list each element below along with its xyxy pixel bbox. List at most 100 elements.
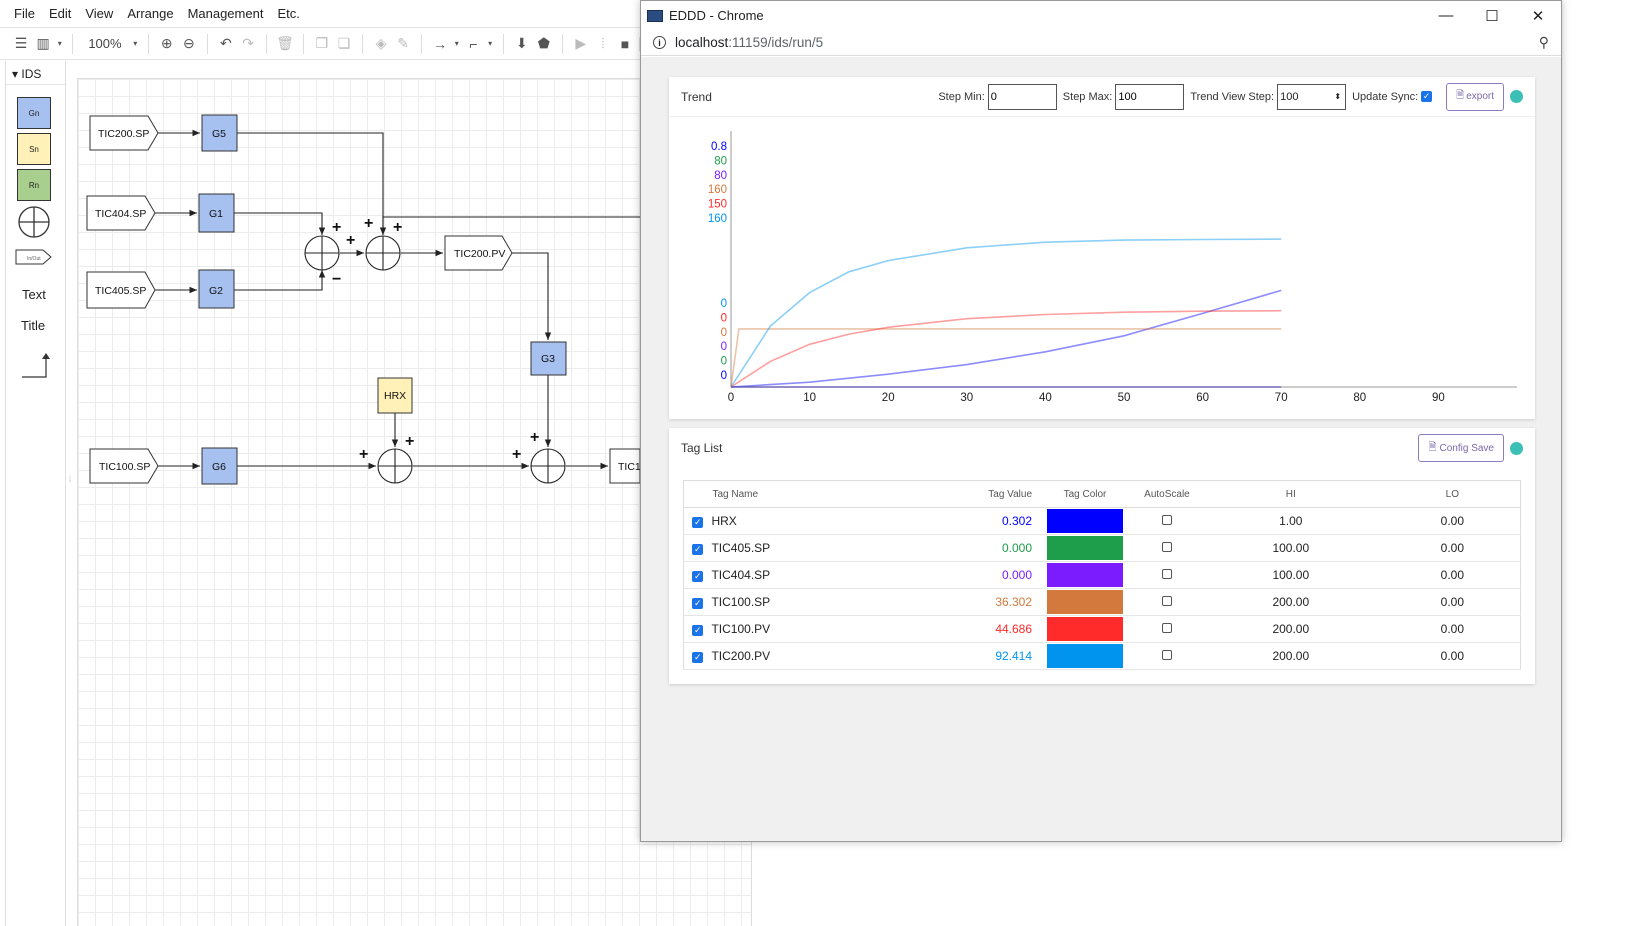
table-row[interactable]: ✓ TIC100.SP 36.302 200.00 0.00 — [683, 588, 1521, 616]
color-swatch[interactable] — [1047, 563, 1123, 587]
color-swatch[interactable] — [1047, 590, 1123, 614]
palette-connector-icon[interactable] — [20, 351, 50, 381]
close-icon[interactable]: ✕ — [1515, 1, 1561, 30]
x-tick-label: 80 — [1353, 392, 1366, 404]
zoom-out-icon[interactable]: ⊖ — [180, 34, 198, 54]
autoscale-checkbox[interactable] — [1161, 623, 1172, 633]
autoscale-checkbox[interactable] — [1161, 596, 1172, 606]
redo-icon[interactable]: ↷ — [239, 34, 257, 54]
sidebar-splitter[interactable]: ⦙ — [69, 474, 71, 485]
table-row[interactable]: ✓ HRX 0.302 1.00 0.00 — [683, 507, 1521, 535]
play-icon[interactable]: ▶ — [572, 34, 590, 54]
table-row[interactable]: ✓ TIC100.PV 44.686 200.00 0.00 — [683, 615, 1521, 643]
connection-icon[interactable]: → — [431, 34, 449, 54]
palette-gn-block[interactable]: Gn — [17, 97, 51, 129]
tag-value-cell: 0.302 — [943, 507, 1034, 535]
autoscale-cell — [1136, 561, 1197, 589]
palette-summing-junction-icon[interactable] — [17, 205, 51, 239]
autoscale-checkbox[interactable] — [1161, 569, 1172, 579]
menu-arrange[interactable]: Arrange — [127, 6, 173, 21]
palette-io-tag-icon[interactable]: In/Out — [15, 248, 53, 266]
line-color-icon[interactable]: ✎ — [394, 34, 412, 54]
waypoints-icon[interactable]: ⌐ — [464, 34, 482, 54]
y-max-label: 80 — [714, 170, 727, 182]
row-checkbox[interactable]: ✓ — [692, 598, 704, 609]
menu-edit[interactable]: Edit — [49, 6, 71, 21]
spinner-icon[interactable]: ⬍ — [1334, 92, 1341, 101]
toolbar-divider — [72, 33, 74, 54]
toolbar-divider — [303, 33, 304, 54]
color-swatch[interactable] — [1047, 617, 1123, 641]
trend-card: Trend Step Min: Step Max: Trend View Ste… — [669, 77, 1535, 419]
to-front-icon[interactable]: ❐ — [313, 34, 331, 54]
chevron-down-icon[interactable]: ▾ — [132, 34, 139, 54]
menu-view[interactable]: View — [85, 6, 113, 21]
row-checkbox[interactable]: ✓ — [692, 652, 704, 663]
menu-file[interactable]: File — [14, 6, 35, 21]
hi-cell: 100.00 — [1196, 534, 1385, 562]
export-button[interactable]: 🗎 export — [1446, 82, 1504, 111]
lo-cell: 0.00 — [1384, 642, 1521, 670]
color-swatch[interactable] — [1047, 536, 1123, 560]
tag-icon[interactable]: ⬟ — [535, 34, 553, 54]
table-row[interactable]: ✓ TIC200.PV 92.414 200.00 0.00 — [683, 642, 1521, 670]
menu-etc[interactable]: Etc. — [277, 6, 299, 21]
row-select-cell: ✓ — [683, 507, 712, 535]
address-bar[interactable]: i localhost:11159/ids/run/5 ⚲ — [641, 30, 1561, 56]
view-step-input[interactable]: 100 ⬍ — [1277, 83, 1347, 110]
window-titlebar[interactable]: EDDD - Chrome — ☐ ✕ — [641, 1, 1561, 30]
row-checkbox[interactable]: ✓ — [692, 571, 704, 582]
config-save-button[interactable]: 🗎 Config Save — [1418, 434, 1504, 462]
x-tick-label: 60 — [1196, 392, 1209, 404]
stop-icon[interactable]: ■ — [616, 34, 634, 54]
row-select-cell: ✓ — [683, 561, 712, 589]
chevron-down-icon[interactable]: ▾ — [453, 34, 460, 54]
column-header: LO — [1384, 480, 1521, 508]
step-icon[interactable]: ⦙ — [594, 34, 612, 54]
maximize-icon[interactable]: ☐ — [1469, 1, 1515, 30]
chevron-down-icon[interactable]: ▾ — [487, 34, 494, 54]
palette-rn-block[interactable]: Rn — [17, 169, 51, 201]
page-content: Trend Step Min: Step Max: Trend View Ste… — [641, 57, 1561, 841]
info-icon[interactable]: i — [653, 36, 666, 49]
tag-value-cell: 36.302 — [943, 588, 1034, 616]
pin-icon[interactable]: ⬇ — [513, 34, 531, 54]
table-header-row: Tag Name Tag Value Tag Color AutoScale H… — [683, 480, 1521, 508]
table-row[interactable]: ✓ TIC404.SP 0.000 100.00 0.00 — [683, 561, 1521, 589]
trend-title: Trend — [681, 89, 712, 104]
zoom-level[interactable]: 100% — [88, 36, 121, 51]
update-sync-checkbox[interactable]: ✓ — [1421, 91, 1433, 102]
tag-value-cell: 0.000 — [943, 534, 1034, 562]
toolbar-divider — [147, 33, 149, 54]
hamburger-icon[interactable]: ☰ — [12, 34, 30, 54]
delete-icon[interactable]: 🗑 — [276, 34, 294, 54]
palette-sn-block[interactable]: Sn — [17, 133, 51, 165]
zoom-in-icon[interactable]: ⊕ — [158, 34, 176, 54]
row-checkbox[interactable]: ✓ — [692, 517, 704, 528]
color-swatch[interactable] — [1047, 509, 1123, 533]
undo-icon[interactable]: ↶ — [217, 34, 235, 54]
color-swatch[interactable] — [1047, 644, 1123, 668]
menu-management[interactable]: Management — [188, 6, 264, 21]
palette-text-item[interactable]: Text — [22, 287, 46, 302]
view-step-label: Trend View Step: — [1190, 90, 1275, 103]
search-icon[interactable]: ⚲ — [1539, 34, 1549, 51]
minimize-icon[interactable]: — — [1423, 1, 1469, 30]
row-checkbox[interactable]: ✓ — [692, 625, 704, 636]
chevron-down-icon[interactable]: ▾ — [56, 34, 63, 54]
autoscale-cell — [1136, 615, 1197, 643]
tag-list-title: Tag List — [681, 441, 723, 455]
step-min-input[interactable] — [987, 83, 1057, 110]
fill-color-icon[interactable]: ◈ — [372, 34, 390, 54]
autoscale-checkbox[interactable] — [1161, 515, 1172, 525]
autoscale-checkbox[interactable] — [1161, 650, 1172, 660]
series-line — [730, 238, 1282, 388]
palette-title-item[interactable]: Title — [21, 318, 45, 333]
table-row[interactable]: ✓ TIC405.SP 0.000 100.00 0.00 — [683, 534, 1521, 562]
palette-header[interactable]: ▾ IDS — [6, 61, 65, 85]
autoscale-checkbox[interactable] — [1161, 542, 1172, 552]
step-max-input[interactable] — [1115, 83, 1185, 110]
panel-layout-icon[interactable]: ▥ — [34, 34, 52, 54]
row-checkbox[interactable]: ✓ — [692, 544, 704, 555]
to-back-icon[interactable]: ❏ — [335, 34, 353, 54]
